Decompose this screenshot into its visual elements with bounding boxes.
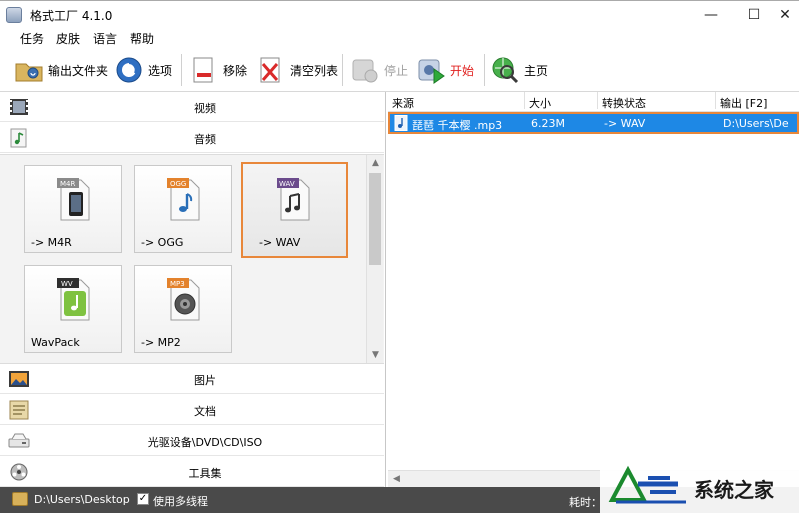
task-status: -> WAV (604, 117, 646, 130)
format-tile-wav[interactable]: WAV -> WAV (241, 162, 348, 258)
start-icon (418, 59, 445, 84)
format-tile-mp2[interactable]: MP3 -> MP2 (134, 265, 232, 353)
category-video-label: 视频 (194, 102, 216, 115)
svg-text:OGG: OGG (170, 180, 186, 188)
task-source: 琵琶 千本樱 .mp3 (412, 119, 503, 132)
ogg-label: -> OGG (141, 236, 184, 249)
remove-label: 移除 (223, 63, 248, 78)
format-tile-ogg[interactable]: OGG -> OGG (134, 165, 232, 253)
task-output: D:\Users\De (723, 117, 789, 130)
multithread-checkbox[interactable]: ✓ (137, 493, 149, 505)
options-label: 选项 (148, 63, 173, 78)
watermark-logo-icon (608, 465, 686, 504)
home-globe-icon (492, 57, 519, 84)
stop-label: 停止 (384, 63, 409, 78)
column-source[interactable]: 来源 (388, 92, 525, 110)
remove-icon (193, 57, 213, 83)
scroll-up-arrow-icon[interactable]: ▲ (367, 155, 384, 171)
stop-button[interactable]: 停止 (350, 54, 408, 86)
category-panel: 视频 音频 M4R -> M4R OGG -> OGG WAV -> WAV W… (0, 92, 386, 487)
maximize-button[interactable]: ☐ (743, 5, 765, 25)
mp2-file-icon: MP3 (167, 278, 200, 321)
start-button[interactable]: 开始 (416, 54, 474, 86)
window-title: 格式工厂 4.1.0 (30, 9, 113, 23)
menu-help[interactable]: 帮助 (130, 30, 154, 47)
remove-button[interactable]: 移除 (189, 54, 247, 86)
task-size: 6.23M (531, 117, 565, 130)
options-gear-icon (116, 57, 142, 83)
category-picture[interactable]: 图片 (0, 364, 384, 394)
ogg-file-icon: OGG (167, 178, 200, 221)
format-tile-wavpack[interactable]: WV WavPack (24, 265, 122, 353)
home-label: 主页 (524, 63, 549, 78)
toolbar: 输出文件夹 选项 移除 清空列表 停止 开始 主页 (0, 48, 799, 92)
scroll-thumb[interactable] (369, 173, 381, 265)
svg-text:WAV: WAV (279, 180, 295, 188)
m4r-label: -> M4R (31, 236, 72, 249)
multithread-label[interactable]: 使用多线程 (153, 493, 208, 509)
wav-label: -> WAV (259, 236, 301, 249)
wav-file-icon: WAV (277, 178, 310, 221)
output-folder-label: 输出文件夹 (48, 63, 109, 78)
toolbar-separator (484, 54, 485, 86)
svg-text:M4R: M4R (60, 180, 75, 188)
task-list-header: 来源 大小 转换状态 输出 [F2] (388, 92, 799, 112)
wavpack-file-icon: WV (57, 278, 90, 321)
output-folder-button[interactable]: 输出文件夹 (14, 54, 108, 86)
home-button[interactable]: 主页 (490, 54, 548, 86)
output-folder-icon[interactable] (12, 492, 28, 506)
output-path-text[interactable]: D:\Users\Desktop (34, 493, 130, 506)
elapsed-label: 耗时： (569, 496, 602, 509)
audio-format-grid: M4R -> M4R OGG -> OGG WAV -> WAV WV WavP… (0, 154, 384, 364)
column-status[interactable]: 转换状态 (598, 92, 716, 110)
format-grid-scrollbar[interactable]: ▲ ▼ (366, 155, 383, 363)
category-audio[interactable]: 音频 (0, 123, 384, 153)
wavpack-label: WavPack (31, 336, 80, 349)
category-rom-label: 光驱设备\DVD\CD\ISO (147, 436, 263, 449)
category-tools[interactable]: 工具集 (0, 457, 384, 487)
stop-icon (352, 59, 378, 83)
minimize-button[interactable]: — (700, 5, 722, 25)
format-tile-m4r[interactable]: M4R -> M4R (24, 165, 122, 253)
scroll-down-arrow-icon[interactable]: ▼ (367, 347, 384, 363)
menu-task[interactable]: 任务 (20, 30, 44, 47)
task-row[interactable]: 琵琶 千本樱 .mp3 6.23M -> WAV D:\Users\De (388, 112, 799, 134)
app-icon (6, 7, 22, 23)
site-watermark: 系统之家 (600, 456, 799, 513)
clear-list-icon (260, 57, 280, 83)
start-label: 开始 (450, 63, 475, 78)
toolbar-separator (181, 54, 182, 86)
svg-text:WV: WV (61, 280, 73, 288)
title-bar: 格式工厂 4.1.0 — ☐ ✕ (0, 0, 799, 28)
category-document-label: 文档 (194, 405, 216, 418)
clear-list-label: 清空列表 (290, 63, 339, 78)
category-document[interactable]: 文档 (0, 395, 384, 425)
close-button[interactable]: ✕ (774, 5, 796, 25)
audio-file-icon (394, 115, 408, 131)
category-rom-device[interactable]: 光驱设备\DVD\CD\ISO (0, 426, 384, 456)
options-button[interactable]: 选项 (114, 54, 172, 86)
category-audio-label: 音频 (194, 133, 216, 146)
svg-text:MP3: MP3 (170, 280, 185, 288)
folder-icon (15, 63, 43, 82)
scroll-left-arrow-icon[interactable]: ◀ (388, 471, 405, 487)
category-video[interactable]: 视频 (0, 92, 384, 122)
menu-bar: 任务 皮肤 语言 帮助 (0, 28, 799, 48)
category-picture-label: 图片 (194, 374, 216, 387)
m4r-file-icon: M4R (57, 178, 90, 221)
task-list-panel: 来源 大小 转换状态 输出 [F2] 琵琶 千本樱 .mp3 6.23M -> … (388, 92, 799, 487)
column-size[interactable]: 大小 (525, 92, 598, 110)
menu-skin[interactable]: 皮肤 (56, 30, 80, 47)
clear-list-button[interactable]: 清空列表 (256, 54, 338, 86)
toolbar-separator (342, 54, 343, 86)
menu-language[interactable]: 语言 (93, 30, 117, 47)
column-output[interactable]: 输出 [F2] (716, 92, 799, 110)
category-tools-label: 工具集 (188, 467, 222, 480)
watermark-text: 系统之家 (694, 478, 774, 502)
mp2-label: -> MP2 (141, 336, 181, 349)
